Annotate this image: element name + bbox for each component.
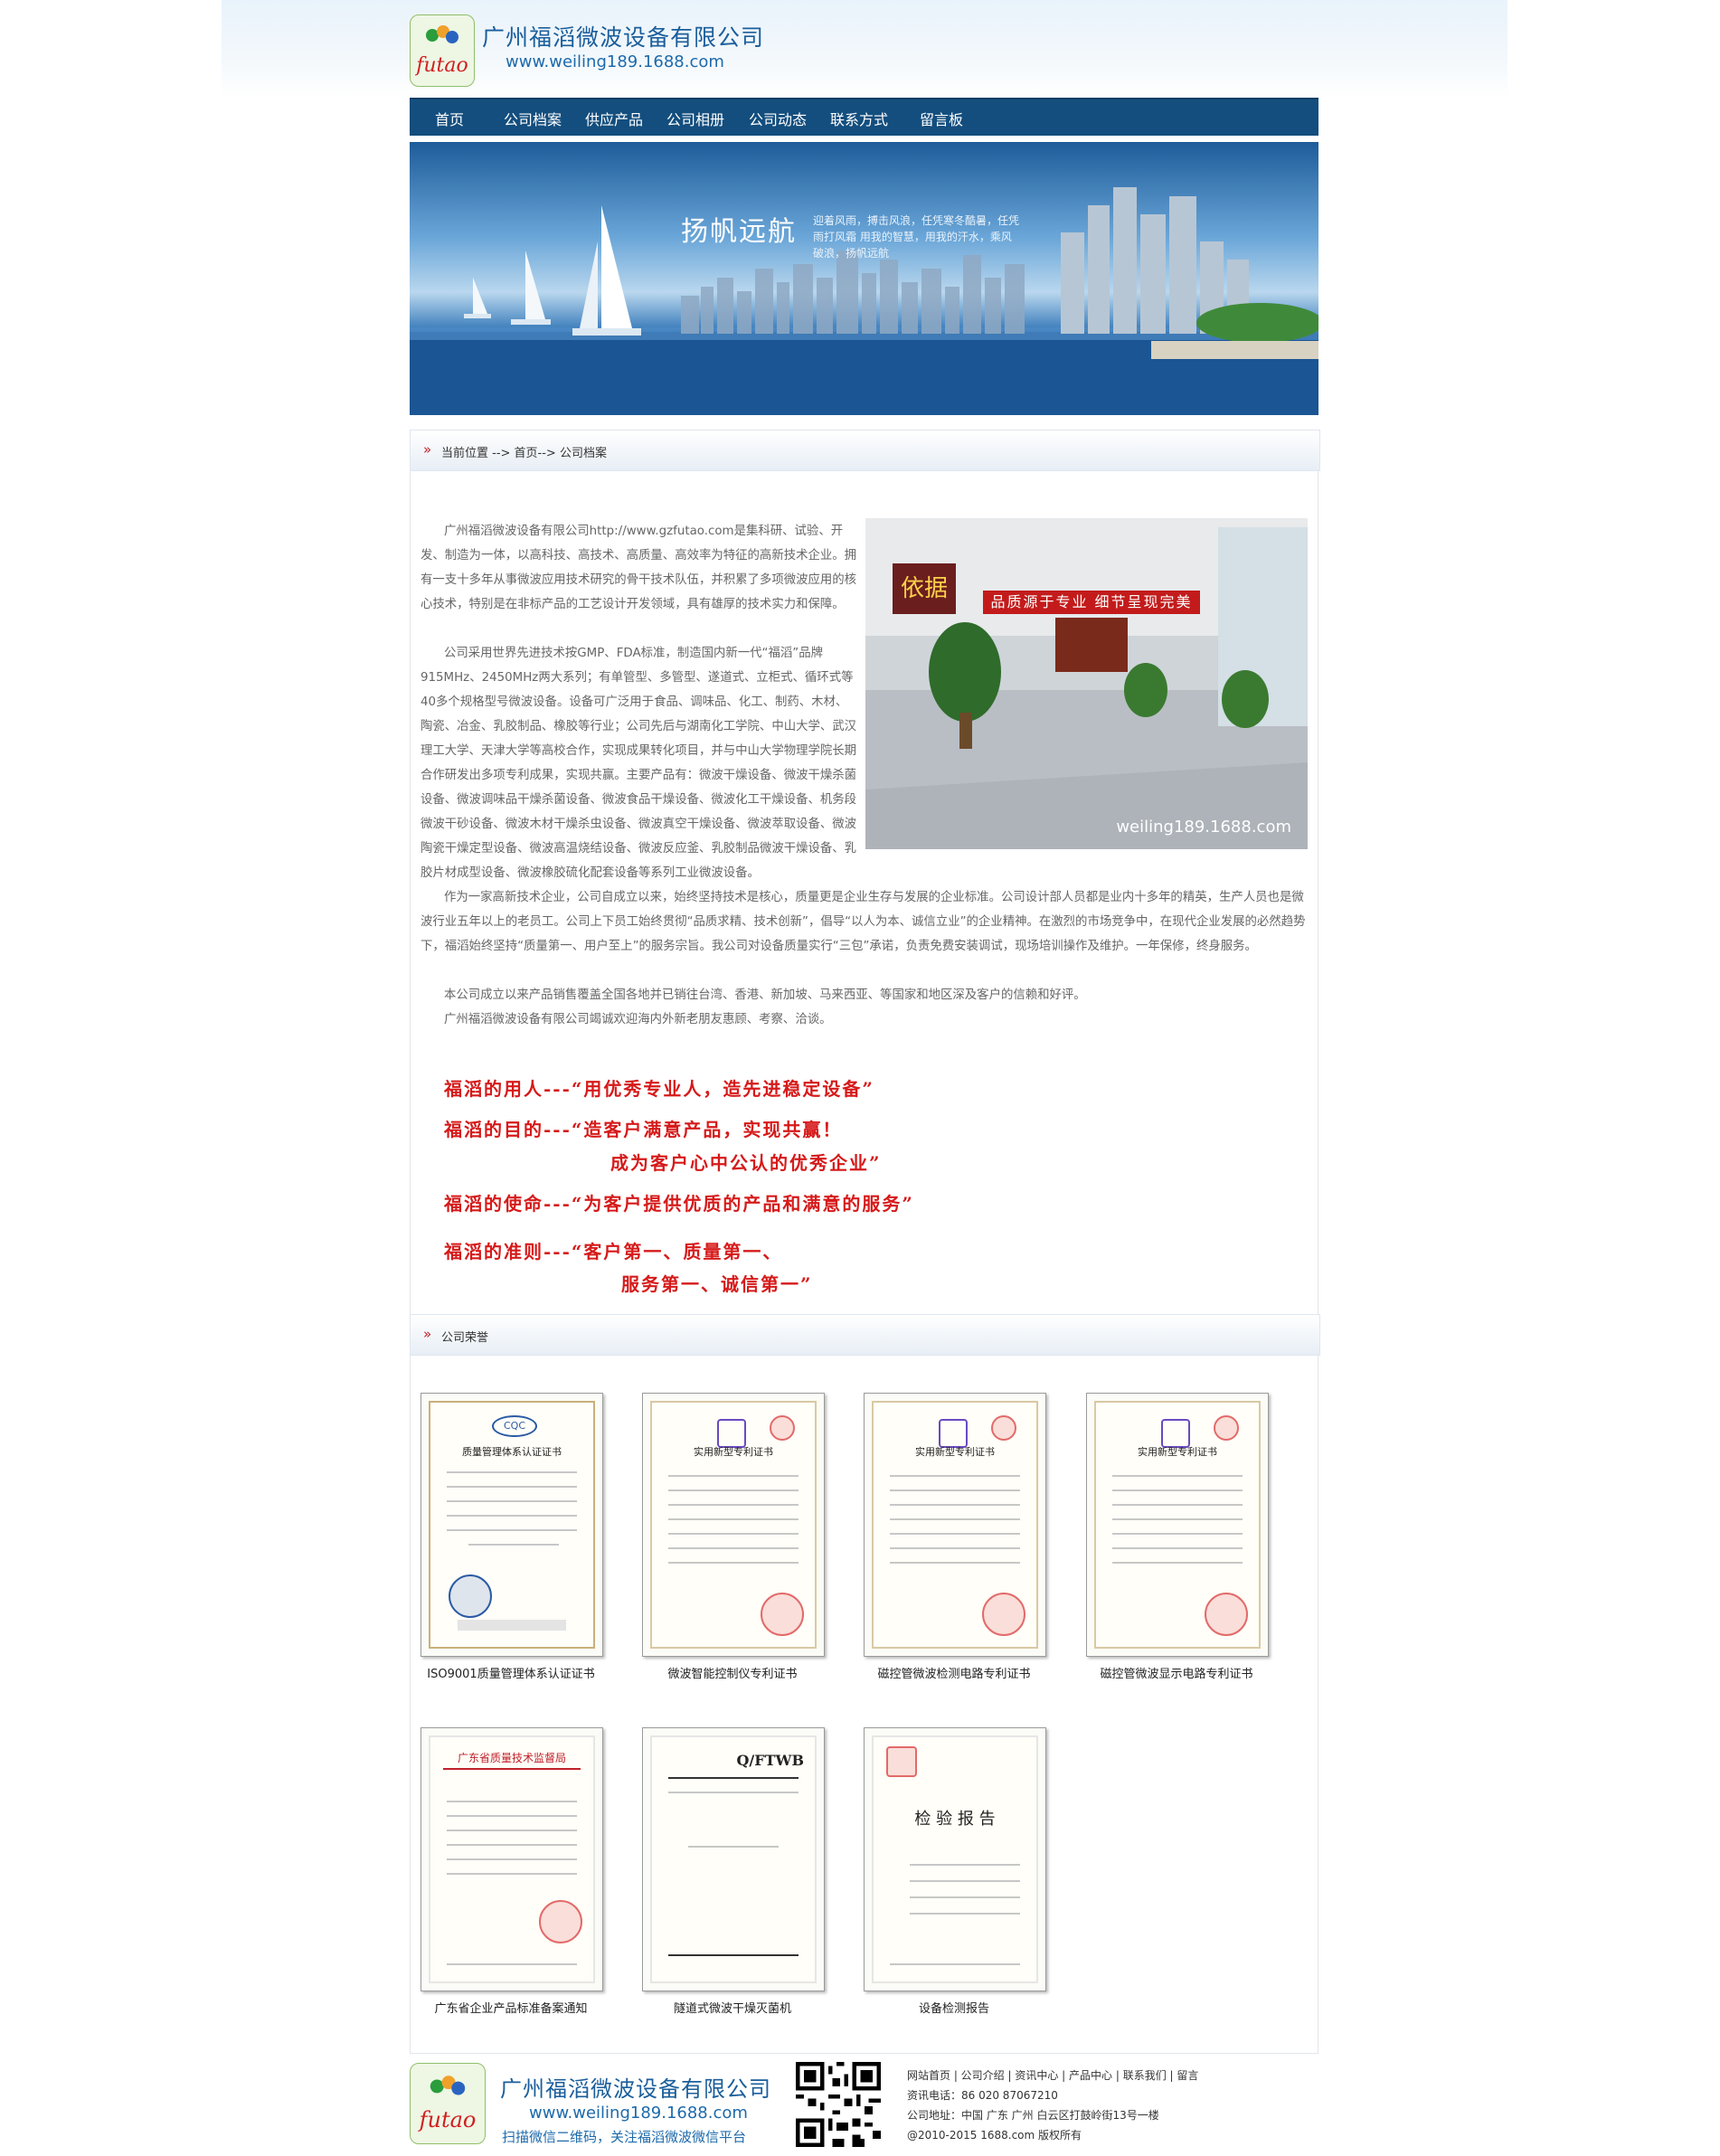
certificate-heading: Q/FTWB	[736, 1752, 804, 1769]
nav-item-profile[interactable]: 公司档案	[504, 108, 562, 129]
footer-phone: 资讯电话：86 020 87067210	[907, 2089, 1058, 2102]
nav-item-products[interactable]: 供应产品	[585, 108, 643, 129]
certificate-caption[interactable]: 广东省企业产品标准备案通知	[402, 1999, 619, 2016]
footer-url[interactable]: www.weiling189.1688.com	[529, 2104, 748, 2123]
main-nav: 首页 公司档案 供应产品 公司相册 公司动态 联系方式 留言板	[410, 98, 1318, 136]
wechat-qr-code-icon	[796, 2062, 881, 2147]
nav-item-album[interactable]: 公司相册	[666, 108, 724, 129]
banner-scene-illustration	[410, 187, 1318, 415]
footer-links[interactable]: 网站首页 | 公司介绍 | 资讯中心 | 产品中心 | 联系我们 | 留言	[907, 2066, 1198, 2085]
office-photo: 依据 品质源于专业 细节呈现完美 weiling189.1688.com	[865, 518, 1308, 849]
certificate-heading: 实用新型专利证书	[915, 1446, 995, 1458]
certificate-standard-notice[interactable]: 广东省质量技术监督局	[421, 1727, 603, 1991]
nav-item-guestbook[interactable]: 留言板	[920, 108, 963, 129]
certificate-heading: 质量管理体系认证证书	[462, 1446, 562, 1458]
certificate-heading: 广东省质量技术监督局	[457, 1752, 566, 1764]
logo-text: futao	[416, 54, 468, 77]
nav-item-home[interactable]: 首页	[435, 108, 464, 129]
profile-paragraph-4: 本公司成立以来产品销售覆盖全国各地并已销往台湾、香港、新加坡、马来西亚、等国家和…	[444, 988, 1086, 1002]
profile-paragraph-3: 作为一家高新技术企业，公司自成立以来，始终坚持技术是核心，质量更是企业生存与发展…	[421, 891, 1306, 953]
footer-copyright: @2010-2015 1688.com 版权所有	[907, 2129, 1082, 2142]
office-banner: 品质源于专业 细节呈现完美	[983, 591, 1200, 614]
footer-logo[interactable]: futao	[410, 2063, 486, 2144]
cqc-logo-icon: CQC	[492, 1415, 537, 1437]
photo-watermark: weiling189.1688.com	[1116, 818, 1291, 837]
footer-address: 公司地址：中国 广东 广州 白云区打鼓岭街13号一楼	[907, 2109, 1159, 2122]
breadcrumb-arrow-icon: »	[423, 441, 432, 458]
certificate-heading: 实用新型专利证书	[1138, 1446, 1217, 1458]
hero-banner: 扬帆远航 迎着风雨，搏击风浪，任凭寒冬酷暑，任凭雨打风霜 用我的智慧，用我的汗水…	[410, 142, 1318, 415]
motto-line-6: 服务第一、诚信第一”	[621, 1273, 813, 1295]
certificate-caption[interactable]: 微波智能控制仪专利证书	[624, 1664, 841, 1681]
certificate-heading: 实用新型专利证书	[694, 1446, 773, 1458]
company-url[interactable]: www.weiling189.1688.com	[506, 52, 724, 71]
banner-subtitle: 迎着风雨，搏击风浪，任凭寒冬酷暑，任凭雨打风霜 用我的智慧，用我的汗水，乘风破浪…	[813, 214, 1020, 260]
office-sign: 依据	[893, 563, 956, 614]
nav-item-news[interactable]: 公司动态	[749, 108, 807, 129]
logo-mark-icon	[426, 25, 458, 43]
motto-line-2: 福滔的目的---“造客户满意产品，实现共赢！	[444, 1119, 843, 1140]
profile-paragraph-1: 广州福滔微波设备有限公司http://www.gzfutao.com是集科研、试…	[421, 525, 857, 611]
footer-scan-text: 扫描微信二维码，关注福滔微波微信平台	[502, 2129, 747, 2145]
company-name: 广州福滔微波设备有限公司	[482, 24, 765, 51]
profile-paragraph-2: 公司采用世界先进技术按GMP、FDA标准，制造国内新一代“福滔”品牌915MHz…	[421, 647, 857, 880]
certificate-caption[interactable]: 磁控管微波显示电路专利证书	[1068, 1664, 1285, 1681]
footer-company-name: 广州福滔微波设备有限公司	[500, 2076, 771, 2102]
certificate-caption[interactable]: 设备检测报告	[846, 1999, 1063, 2016]
logo-mark-icon	[430, 2076, 466, 2095]
honors-header: » 公司荣誉	[410, 1314, 1320, 1356]
nav-item-contact[interactable]: 联系方式	[830, 108, 888, 129]
footer-info: 网站首页 | 公司介绍 | 资讯中心 | 产品中心 | 联系我们 | 留言 资讯…	[907, 2066, 1198, 2145]
profile-paragraph-5: 广州福滔微波设备有限公司竭诚欢迎海内外新老朋友惠顾、考察、洽谈。	[444, 1013, 832, 1026]
company-logo[interactable]: futao	[410, 14, 475, 87]
certificate-inspection-report[interactable]: 检 验 报 告	[864, 1727, 1046, 1991]
certificate-heading: 检 验 报 告	[914, 1810, 996, 1829]
footer-logo-text: futao	[419, 2107, 477, 2132]
motto-line-5: 福滔的准则---“客户第一、质量第一、	[444, 1241, 783, 1262]
motto-line-3: 成为客户心中公认的优秀企业”	[610, 1152, 882, 1174]
certificate-patent-2[interactable]: 实用新型专利证书	[864, 1393, 1046, 1657]
certificate-caption[interactable]: ISO9001质量管理体系认证证书	[402, 1664, 619, 1681]
honors-arrow-icon: »	[423, 1326, 432, 1342]
certificate-iso9001[interactable]: CQC 质量管理体系认证证书	[421, 1393, 603, 1657]
footer-divider	[410, 2053, 1318, 2054]
breadcrumb: » 当前位置 --> 首页--> 公司档案	[410, 430, 1320, 471]
motto-line-4: 福滔的使命---“为客户提供优质的产品和满意的服务”	[444, 1193, 914, 1215]
certificate-patent-3[interactable]: 实用新型专利证书	[1086, 1393, 1269, 1657]
certificate-patent-1[interactable]: 实用新型专利证书	[642, 1393, 825, 1657]
breadcrumb-text[interactable]: 当前位置 --> 首页--> 公司档案	[441, 443, 607, 460]
banner-title: 扬帆远航	[681, 216, 797, 248]
certificate-caption[interactable]: 隧道式微波干燥灭菌机	[624, 1999, 841, 2016]
honors-title: 公司荣誉	[441, 1331, 489, 1345]
certificate-caption[interactable]: 磁控管微波检测电路专利证书	[846, 1664, 1063, 1681]
certificate-enterprise-standard[interactable]: Q/FTWB	[642, 1727, 825, 1991]
motto-line-1: 福滔的用人---“用优秀专业人，造先进稳定设备”	[444, 1078, 874, 1100]
